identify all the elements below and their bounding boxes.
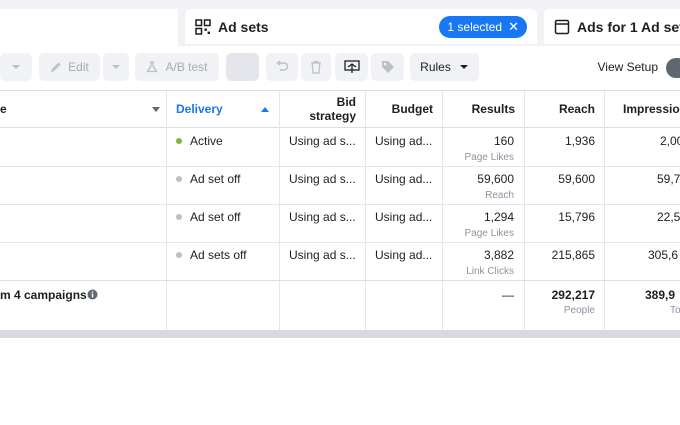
ab-test-label: A/B test <box>165 60 208 74</box>
rules-label: Rules <box>420 60 451 74</box>
budget-header-label: Budget <box>391 102 433 116</box>
status-dot-icon <box>176 251 182 258</box>
budget-cell: Using ad... <box>375 210 433 224</box>
selected-count-label: 1 selected <box>447 20 503 34</box>
blank-button[interactable] <box>226 53 259 81</box>
ab-test-button[interactable]: A/B test <box>135 53 219 81</box>
edit-dropdown-button[interactable] <box>103 53 129 81</box>
selected-count-pill[interactable]: 1 selected ✕ <box>439 16 527 38</box>
summary-label: m 4 campaigns <box>0 288 87 302</box>
results-type-label: Link Clicks <box>466 266 514 277</box>
results-type-label: Page Likes <box>464 228 514 239</box>
reach-cell: 59,600 <box>558 172 595 186</box>
budget-cell: Using ad... <box>375 134 433 148</box>
sort-arrow-down-icon <box>152 106 160 112</box>
chevron-down-icon <box>459 65 468 69</box>
results-column-header[interactable]: Results <box>443 91 524 128</box>
info-icon[interactable] <box>87 289 98 300</box>
impressions-cell: 22,5 <box>657 210 680 224</box>
results-type-label: Reach <box>485 190 514 201</box>
bid-strategy-cell: Using ad s... <box>289 248 356 262</box>
reach-cell: 1,936 <box>564 134 595 148</box>
preview-icon <box>343 60 360 73</box>
reach-column-header[interactable]: Reach <box>525 91 604 128</box>
flask-icon <box>146 61 159 73</box>
budget-cell: Using ad... <box>375 172 433 186</box>
ad-document-icon <box>554 19 570 35</box>
bid-strategy-cell: Using ad s... <box>289 172 356 186</box>
preview-button[interactable] <box>335 53 368 81</box>
impressions-cell: 2,00 <box>660 134 680 148</box>
tab-ads[interactable]: Ads for 1 Ad set <box>544 9 680 44</box>
impressions-cell: 305,6 <box>648 248 679 262</box>
horizontal-scrollbar[interactable] <box>0 330 680 338</box>
bid-strategy-cell: Using ad s... <box>289 134 356 148</box>
sort-arrow-up-icon <box>261 106 269 112</box>
undo-icon <box>276 60 289 71</box>
delete-button[interactable] <box>301 53 331 81</box>
status-dot-icon <box>176 137 182 144</box>
undo-button[interactable] <box>266 53 298 81</box>
bid-strategy-cell: Using ad s... <box>289 210 356 224</box>
bid-strategy-column-header[interactable]: Bid strategy <box>280 91 365 128</box>
chevron-down-icon <box>12 65 20 69</box>
delivery-status: Ad set off <box>176 172 240 186</box>
delivery-status: Active <box>176 134 223 148</box>
summary-results: — <box>502 288 514 302</box>
results-header-label: Results <box>471 102 515 116</box>
bid-header-line2: strategy <box>309 109 356 123</box>
campaigns-tab[interactable] <box>0 9 178 46</box>
tab-ad-sets[interactable]: Ad sets 1 selected ✕ <box>185 9 537 44</box>
close-icon[interactable]: ✕ <box>508 19 519 35</box>
budget-column-header[interactable]: Budget <box>366 91 442 128</box>
rules-button[interactable]: Rules <box>410 53 479 81</box>
summary-reach: 292,217 <box>551 288 595 302</box>
delivery-status: Ad sets off <box>176 248 246 262</box>
name-column-header[interactable]: e <box>0 91 166 128</box>
delivery-status: Ad set off <box>176 210 240 224</box>
summary-impressions-unit: To <box>670 305 680 316</box>
reach-header-label: Reach <box>558 102 595 116</box>
edit-label: Edit <box>68 60 89 74</box>
impressions-cell: 59,7 <box>657 172 680 186</box>
toolbar: Edit A/B test Rules View Setup <box>0 46 680 90</box>
impressions-header-label: Impressions <box>623 102 680 116</box>
results-type-label: Page Likes <box>464 152 514 163</box>
results-cell: 160 <box>493 134 514 148</box>
view-setup-label: View Setup <box>597 60 659 74</box>
results-cell: 1,294 <box>483 210 514 224</box>
reach-cell: 15,796 <box>558 210 595 224</box>
status-dot-icon <box>176 175 182 182</box>
impressions-column-header[interactable]: Impressions <box>605 91 680 128</box>
tab-ad-sets-label: Ad sets <box>218 18 269 35</box>
tab-ads-label: Ads for 1 Ad set <box>577 18 680 35</box>
summary-impressions: 389,9 <box>645 288 676 302</box>
bid-header-line1: Bid <box>336 95 356 109</box>
delivery-header-label: Delivery <box>176 102 223 116</box>
pencil-icon <box>51 62 61 72</box>
budget-cell: Using ad... <box>375 248 433 262</box>
edit-button[interactable]: Edit <box>39 53 100 81</box>
delivery-column-header[interactable]: Delivery <box>167 91 279 128</box>
tag-icon <box>381 61 394 73</box>
tab-strip: Ad sets 1 selected ✕ Ads for 1 Ad set <box>0 0 680 46</box>
results-cell: 59,600 <box>477 172 514 186</box>
ad-sets-table: e Delivery Bid strategy Budget Results R… <box>0 90 680 331</box>
chevron-down-icon <box>112 65 120 69</box>
ad-sets-grid-icon <box>195 18 211 35</box>
status-dot-icon <box>176 213 182 220</box>
summary-reach-unit: People <box>563 305 595 316</box>
reach-cell: 215,865 <box>551 248 595 262</box>
trash-icon <box>311 60 321 74</box>
view-setup-toggle[interactable] <box>666 58 680 78</box>
dropdown-button[interactable] <box>0 53 32 81</box>
results-cell: 3,882 <box>483 248 514 262</box>
tag-button[interactable] <box>371 53 404 81</box>
